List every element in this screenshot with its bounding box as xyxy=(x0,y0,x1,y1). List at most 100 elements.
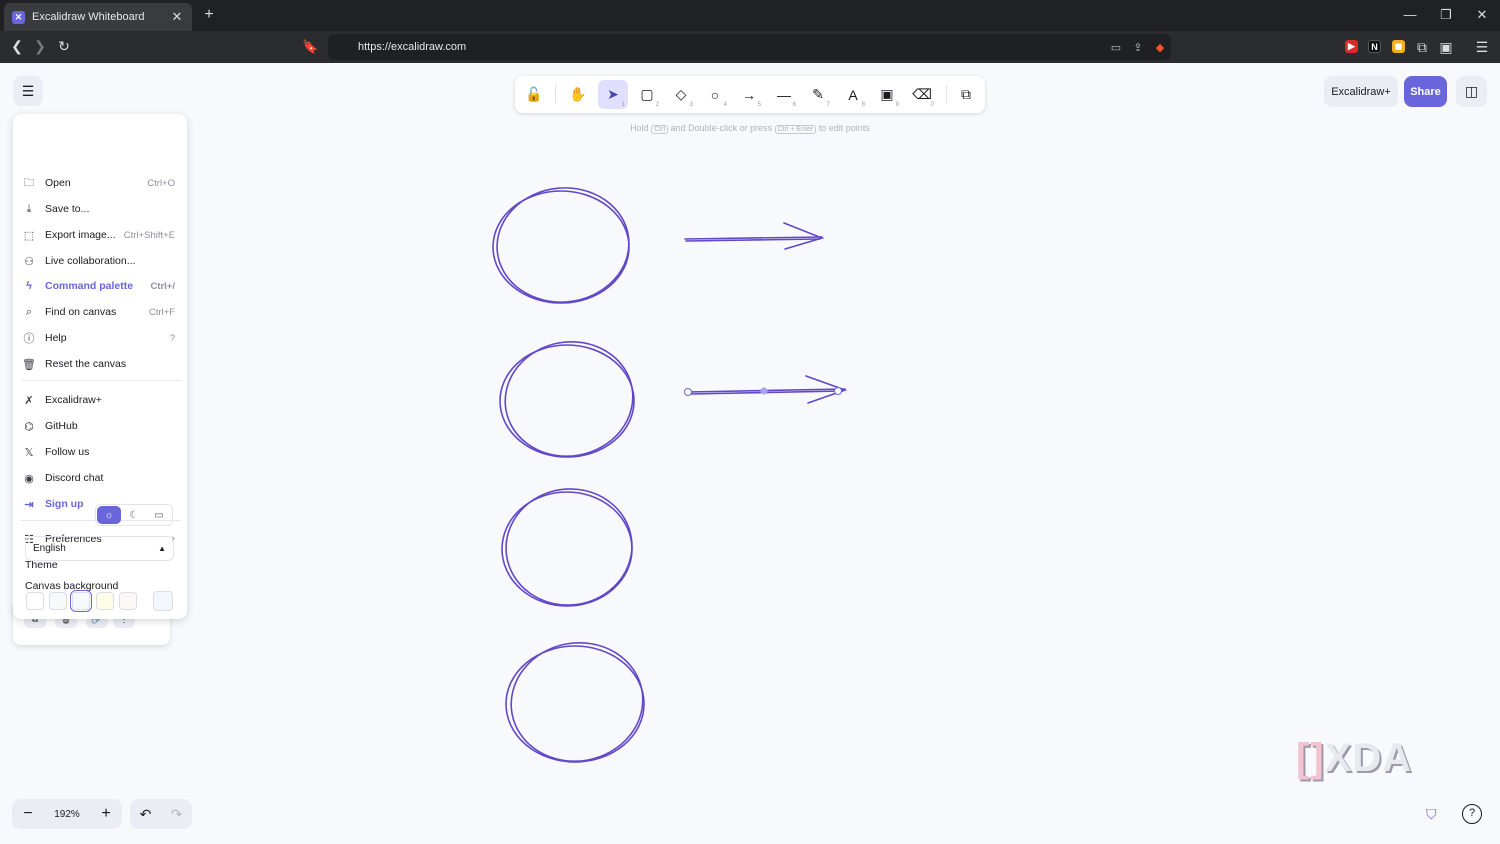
menu-shortcut: ? xyxy=(169,332,175,344)
canvas-background-swatch[interactable] xyxy=(49,592,67,610)
forward-icon[interactable]: ❯ xyxy=(31,38,49,55)
shield-check-icon[interactable]: ⛉ xyxy=(1426,806,1437,823)
history-controls: ↶ ↷ xyxy=(130,799,192,829)
canvas-background-swatch[interactable] xyxy=(119,592,137,610)
menu-item-excalidraw[interactable]: ✗ Excalidraw+ xyxy=(13,388,187,412)
hamburger-icon: ☰ xyxy=(21,82,35,99)
tool-shortcut: 9 xyxy=(895,102,899,108)
arrow-shape[interactable] xyxy=(684,222,825,250)
menu-item-discord-chat[interactable]: ◉ Discord chat xyxy=(13,466,187,490)
back-icon[interactable]: ❮ xyxy=(8,38,26,55)
zoom-level[interactable]: 192% xyxy=(44,809,90,820)
new-tab-icon[interactable]: + xyxy=(200,6,218,24)
menu-item-export-image[interactable]: ⬚ Export image... Ctrl+Shift+E xyxy=(13,223,187,247)
cast-icon[interactable]: ▭ xyxy=(1105,41,1127,54)
tool-shortcut: 7 xyxy=(826,102,830,108)
menu-shortcut: Ctrl+/ xyxy=(150,280,175,292)
restore-icon[interactable]: ❐ xyxy=(1438,7,1454,23)
sidebar-panel-icon: ◫ xyxy=(1464,83,1479,99)
canvas-background-swatch[interactable] xyxy=(96,592,114,610)
diamond-icon: ◇ xyxy=(675,86,687,102)
share-button[interactable]: Share xyxy=(1404,76,1447,107)
tool-draw[interactable]: ✎ 7 xyxy=(803,80,833,109)
menu-item-save-to[interactable]: ⤓ Save to... xyxy=(13,197,187,221)
notion-icon[interactable]: N xyxy=(1368,40,1381,53)
brave-shield-icon[interactable]: ◆ xyxy=(1149,41,1171,54)
tool-arrow[interactable]: → 5 xyxy=(734,80,764,109)
zoom-in-button[interactable]: + xyxy=(90,805,122,823)
tool-eraser[interactable]: ⌫ 0 xyxy=(907,80,937,109)
extension-icon[interactable]: ▶ xyxy=(1345,40,1358,53)
tool-diamond[interactable]: ◇ 3 xyxy=(666,80,696,109)
tool-library[interactable]: ⧉ xyxy=(951,80,981,109)
endpoint-handle[interactable] xyxy=(684,388,692,396)
menu-item-find-on-canvas[interactable]: ⌕ Find on canvas Ctrl+F xyxy=(13,300,187,324)
tool-hand[interactable]: ✋ xyxy=(563,80,593,109)
github-icon: ⌬ xyxy=(24,420,34,433)
excalidraw-plus-button[interactable]: Excalidraw+ xyxy=(1324,76,1398,107)
canvas-background-swatch[interactable] xyxy=(70,590,92,612)
ellipse-shape[interactable] xyxy=(491,181,634,308)
rectangle-icon: ▢ xyxy=(640,86,654,102)
main-menu-button[interactable]: ☰ xyxy=(13,76,43,106)
canvas-background-swatch[interactable] xyxy=(153,591,173,611)
reload-icon[interactable]: ↻ xyxy=(55,38,73,55)
menu-item-reset-the-canvas[interactable]: 🗑 Reset the canvas xyxy=(13,352,187,376)
midpoint-handle[interactable] xyxy=(760,387,768,395)
share-page-icon[interactable]: ⇪ xyxy=(1127,41,1149,54)
library-sidebar-button[interactable]: ◫ xyxy=(1456,76,1487,107)
tool-shortcut: 1 xyxy=(621,102,625,108)
close-window-icon[interactable]: ✕ xyxy=(1474,7,1490,23)
hand-icon: ✋ xyxy=(569,86,587,102)
search-icon: ⌕ xyxy=(25,305,33,318)
export-image-icon: ⬚ xyxy=(23,229,35,242)
browser-tab[interactable]: ✕ Excalidraw Whiteboard ✕ xyxy=(4,3,192,31)
sign-up-icon: ⇥ xyxy=(24,498,34,511)
language-select[interactable]: English ▲ xyxy=(25,536,174,561)
x-logo-icon: 𝕏 xyxy=(24,446,34,459)
tool-image[interactable]: ▣ 9 xyxy=(872,80,902,109)
menu-item-open[interactable]: 🗀 Open Ctrl+O xyxy=(13,171,187,195)
minimize-icon[interactable]: — xyxy=(1402,7,1418,22)
tool-selection[interactable]: ➤ 1 xyxy=(598,80,628,109)
endpoint-handle[interactable] xyxy=(834,387,842,395)
sidebar-toggle-icon[interactable]: ▣ xyxy=(1437,39,1455,56)
arrow-icon: → xyxy=(742,86,756,103)
redo-button[interactable]: ↷ xyxy=(161,806,192,823)
tool-shortcut: 4 xyxy=(723,102,727,108)
undo-button[interactable]: ↶ xyxy=(130,806,161,823)
drawing-canvas[interactable] xyxy=(0,63,1500,844)
menu-item-follow-us[interactable]: 𝕏 Follow us xyxy=(13,440,187,464)
extensions-puzzle-icon[interactable]: ⧉ xyxy=(1413,39,1431,56)
main-menu-dropdown: ☷ Preferences › Theme ☼ ☾ ▭ English ▲ Ca… xyxy=(13,114,187,619)
canvas-background-swatch[interactable] xyxy=(26,592,44,610)
tool-lock[interactable]: 🔓 xyxy=(519,80,549,109)
menu-item-github[interactable]: ⌬ GitHub xyxy=(13,414,187,438)
menu-divider xyxy=(21,380,181,381)
menu-item-command-palette[interactable]: ϟ Command palette Ctrl+/ xyxy=(13,274,187,298)
extension-icon[interactable]: ◼ xyxy=(1392,40,1405,53)
close-tab-icon[interactable]: ✕ xyxy=(170,9,184,25)
ellipse-shape[interactable] xyxy=(499,482,638,612)
ellipse-shape[interactable] xyxy=(502,632,652,771)
download-icon: ⤓ xyxy=(26,202,32,215)
browser-menu-icon[interactable]: ☰ xyxy=(1473,39,1491,56)
menu-item-sign-up[interactable]: ⇥ Sign up xyxy=(13,492,187,516)
help-icon[interactable]: ? xyxy=(1462,804,1482,824)
tool-line[interactable]: —6 xyxy=(769,80,799,109)
bookmark-icon[interactable]: 🔖 xyxy=(302,39,318,55)
zoom-out-button[interactable]: − xyxy=(12,805,44,823)
ellipse-shape[interactable] xyxy=(496,332,642,466)
address-bar[interactable]: https://excalidraw.com ▭ ⇪ ◆ xyxy=(328,34,1171,60)
menu-item-help[interactable]: ⓘ Help? xyxy=(13,326,187,350)
tool-text[interactable]: A8 xyxy=(838,80,868,109)
arrow-shape-selected[interactable] xyxy=(684,375,848,404)
excalidraw-app: ☰ 🔓 ✋ ➤ 1 ▢ 2 ◇ 3 ○ 4 → 5—6 ✎ 7 A 8 ▣ 9 ⌫ 0 ⧉ Hold Ctrl and … xyxy=(0,63,1500,844)
xda-watermark: []XDA xyxy=(1296,736,1413,780)
tool-rectangle[interactable]: ▢ 2 xyxy=(632,80,662,109)
xda-logo-icon: [] xyxy=(1296,736,1325,780)
eraser-icon: ⌫ xyxy=(912,86,932,102)
image-icon: ▣ xyxy=(880,86,894,102)
tool-ellipse[interactable]: ○ 4 xyxy=(700,80,730,109)
menu-item-live-collaboration[interactable]: ⚇ Live collaboration... xyxy=(13,249,187,273)
